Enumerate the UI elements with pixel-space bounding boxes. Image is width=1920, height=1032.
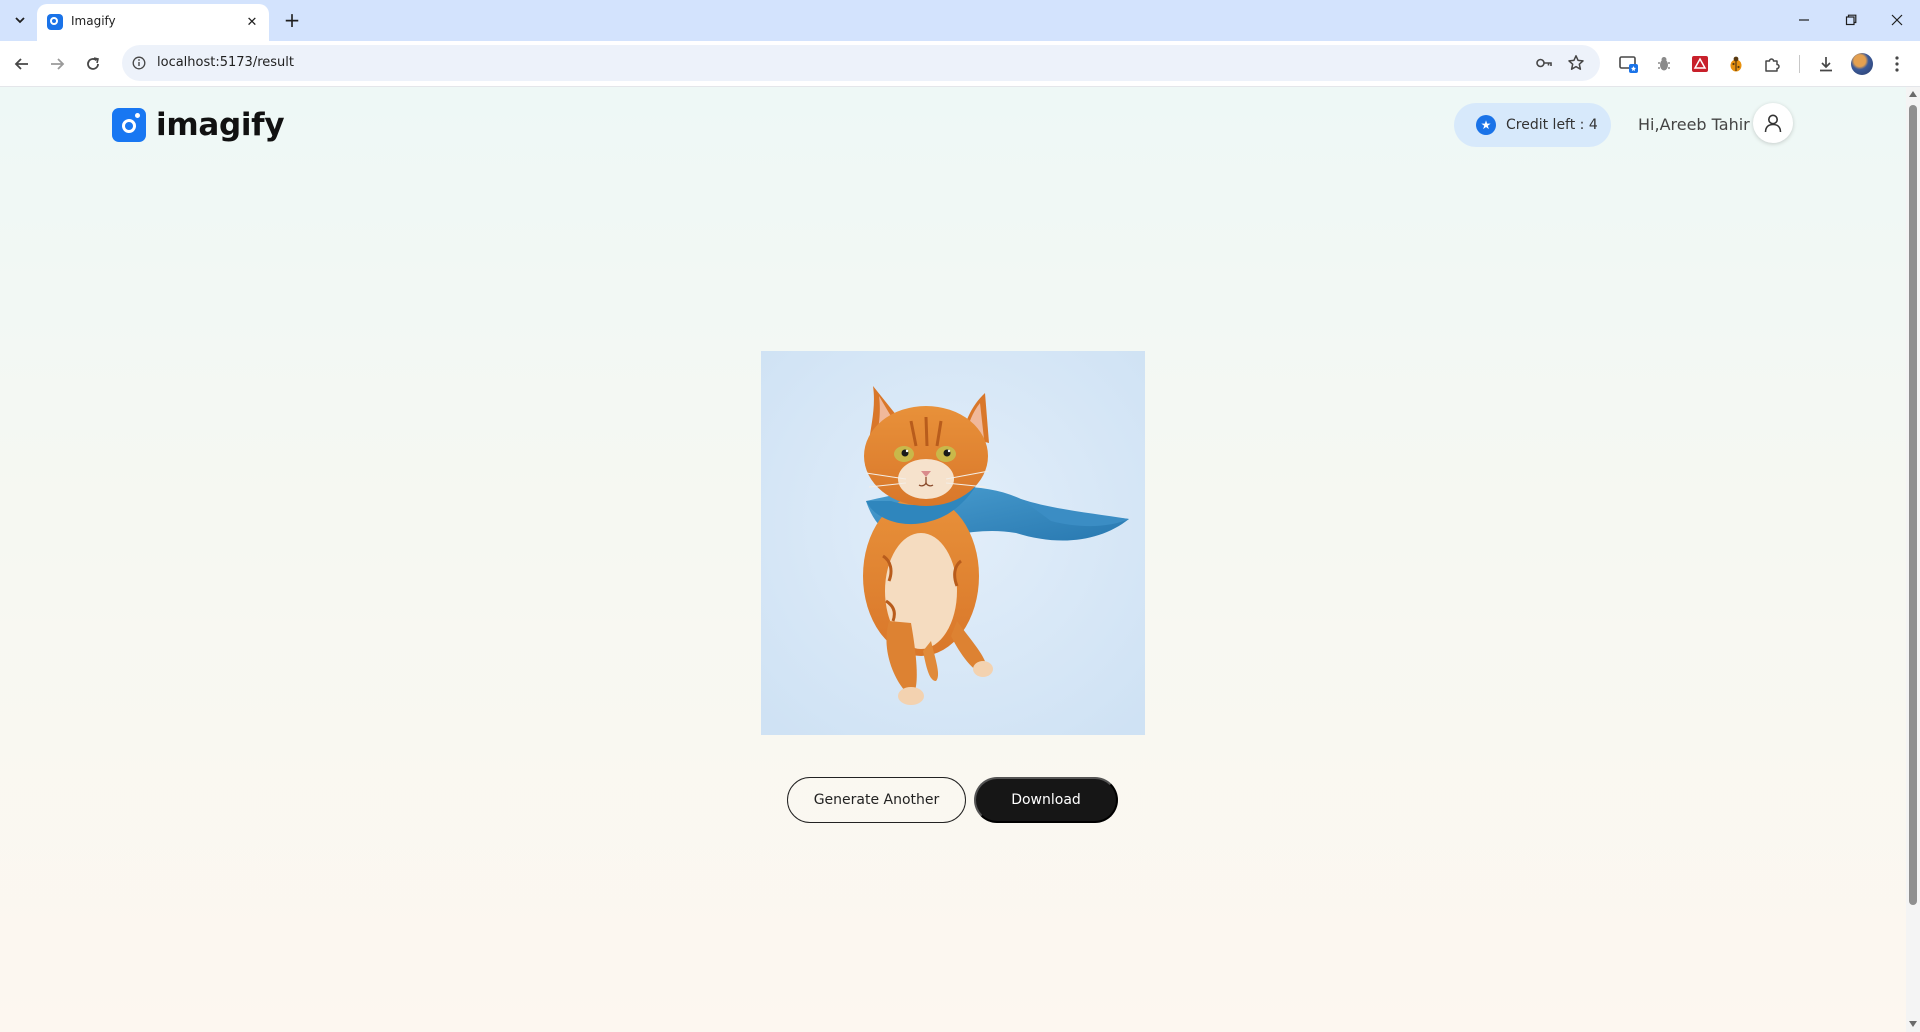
ext-bug-icon[interactable]	[1653, 53, 1675, 75]
toolbar-separator	[1799, 55, 1800, 73]
generated-result-image	[761, 351, 1145, 735]
downloads-icon[interactable]	[1815, 53, 1837, 75]
active-tab[interactable]: Imagify ✕	[37, 4, 269, 41]
password-key-icon[interactable]	[1534, 53, 1554, 73]
address-bar[interactable]: localhost:5173/result	[122, 45, 1600, 81]
back-icon[interactable]	[8, 50, 36, 78]
credits-button[interactable]: ★ Credit left : 4	[1454, 103, 1611, 147]
imagify-logo-icon	[112, 108, 146, 142]
imagify-favicon-icon	[47, 14, 63, 30]
tab-strip: Imagify ✕ +	[0, 0, 1920, 41]
page-content: imagify ★ Credit left : 4 Hi,Areeb Tahir	[0, 87, 1906, 1032]
minimize-icon[interactable]	[1789, 6, 1819, 34]
user-profile-icon[interactable]	[1753, 103, 1793, 143]
tab-close-icon[interactable]: ✕	[243, 13, 261, 31]
scroll-thumb[interactable]	[1909, 105, 1917, 905]
url-text[interactable]: localhost:5173/result	[157, 55, 294, 70]
tab-title: Imagify	[71, 14, 116, 28]
ext-red-icon[interactable]	[1689, 53, 1711, 75]
restore-icon[interactable]	[1836, 6, 1866, 34]
close-window-icon[interactable]	[1882, 6, 1912, 34]
cat-illustration-icon	[761, 351, 1145, 735]
profile-avatar-icon[interactable]	[1851, 53, 1873, 75]
imagify-logo[interactable]: imagify	[112, 107, 285, 143]
download-button[interactable]: Download	[974, 777, 1118, 823]
cast-icon[interactable]	[1618, 53, 1640, 75]
tab-search-icon[interactable]	[8, 8, 32, 32]
page-scrollbar[interactable]	[1906, 87, 1920, 1032]
reload-icon[interactable]	[79, 50, 107, 78]
credit-star-icon: ★	[1476, 115, 1496, 135]
generate-another-button[interactable]: Generate Another	[787, 777, 966, 823]
browser-toolbar: localhost:5173/result	[0, 41, 1920, 87]
forward-icon[interactable]	[43, 50, 71, 78]
logo-text: imagify	[156, 107, 285, 143]
ext-ladybug-icon[interactable]	[1725, 53, 1747, 75]
new-tab-button[interactable]: +	[280, 8, 304, 32]
credit-label: Credit left : 4	[1506, 117, 1598, 133]
scroll-down-icon[interactable]	[1909, 1021, 1917, 1027]
kebab-menu-icon[interactable]	[1886, 53, 1908, 75]
scroll-up-icon[interactable]	[1909, 91, 1917, 97]
user-greeting: Hi,Areeb Tahir	[1638, 115, 1750, 134]
site-info-icon[interactable]	[130, 54, 148, 72]
bookmark-star-icon[interactable]	[1566, 53, 1586, 73]
extensions-puzzle-icon[interactable]	[1761, 53, 1783, 75]
